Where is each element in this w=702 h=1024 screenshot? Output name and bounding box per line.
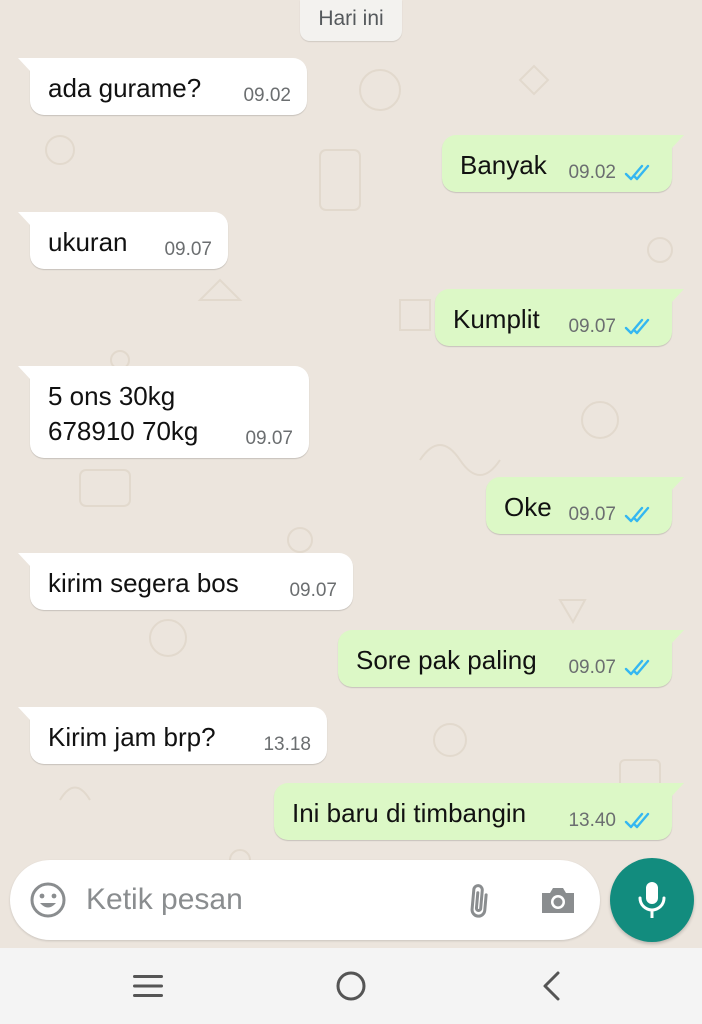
system-navigation-bar xyxy=(0,948,702,1024)
message-text: Kirim jam brp? xyxy=(48,722,216,752)
message-outgoing[interactable]: Oke 09.07 xyxy=(486,477,684,534)
double-check-icon xyxy=(624,164,650,181)
microphone-button[interactable] xyxy=(610,858,694,942)
message-outgoing[interactable]: Sore pak paling 09.07 xyxy=(338,630,684,687)
message-outgoing[interactable]: Ini baru di timbangin 13.40 xyxy=(274,783,684,840)
message-time: 13.40 xyxy=(568,810,616,831)
home-icon[interactable] xyxy=(331,966,371,1006)
message-time: 09.07 xyxy=(245,428,293,449)
message-text: Banyak xyxy=(460,150,547,180)
recent-apps-icon[interactable] xyxy=(128,966,168,1006)
message-text: Kumplit xyxy=(453,304,540,334)
paperclip-icon[interactable] xyxy=(458,878,502,922)
message-composer xyxy=(10,860,600,940)
message-text: kirim segera bos xyxy=(48,568,239,598)
message-time: 09.02 xyxy=(568,162,616,183)
message-time: 09.07 xyxy=(164,239,212,260)
message-text: Oke xyxy=(504,492,552,522)
message-outgoing[interactable]: Kumplit 09.07 xyxy=(435,289,684,346)
double-check-icon xyxy=(624,318,650,335)
back-icon[interactable] xyxy=(532,966,572,1006)
message-input[interactable] xyxy=(86,874,446,926)
message-line: 5 ons 30kg xyxy=(48,381,176,411)
camera-icon[interactable] xyxy=(538,880,578,920)
message-text: Sore pak paling xyxy=(356,645,537,675)
double-check-icon xyxy=(624,506,650,523)
message-time: 09.07 xyxy=(568,657,616,678)
message-incoming[interactable]: Kirim jam brp? 13.18 xyxy=(18,707,327,764)
message-outgoing[interactable]: Banyak 09.02 xyxy=(442,135,684,192)
double-check-icon xyxy=(624,659,650,676)
message-text: Ini baru di timbangin xyxy=(292,798,527,828)
message-incoming[interactable]: kirim segera bos 09.07 xyxy=(18,553,353,610)
message-time: 09.02 xyxy=(243,85,291,106)
double-check-icon xyxy=(624,812,650,829)
message-text: ada gurame? xyxy=(48,73,202,103)
message-incoming[interactable]: 5 ons 30kg 678910 70kg 09.07 xyxy=(18,366,309,458)
message-text: ukuran xyxy=(48,227,128,257)
message-incoming[interactable]: ukuran 09.07 xyxy=(18,212,228,269)
message-time: 09.07 xyxy=(289,580,337,601)
message-incoming[interactable]: ada gurame? 09.02 xyxy=(18,58,307,115)
microphone-icon xyxy=(638,882,666,918)
date-divider: Hari ini xyxy=(300,0,402,41)
chat-background: Hari ini ada gurame? 09.02 Banyak 09.02 … xyxy=(0,0,702,948)
message-time: 09.07 xyxy=(568,504,616,525)
message-line: 678910 70kg xyxy=(48,416,199,446)
message-time: 09.07 xyxy=(568,316,616,337)
emoji-icon[interactable] xyxy=(28,880,68,920)
message-time: 13.18 xyxy=(263,734,311,755)
message-text: 5 ons 30kg 678910 70kg xyxy=(48,379,198,449)
